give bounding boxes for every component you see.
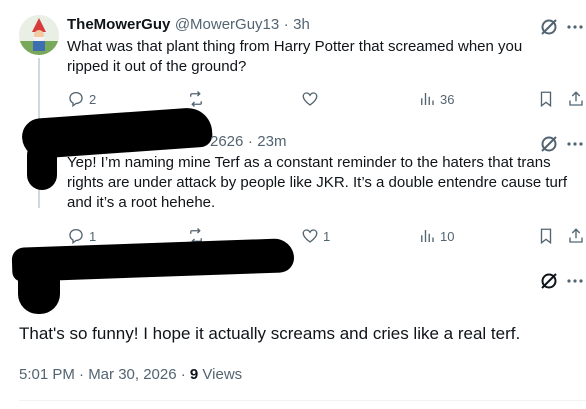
views-number: 9 <box>189 366 199 383</box>
timestamp[interactable]: 3h <box>293 16 310 33</box>
separator-dot: · <box>283 16 289 33</box>
like-icon <box>302 229 318 243</box>
tweet2-header: 2626 · 23m <box>210 133 286 151</box>
timestamp[interactable]: 23m <box>257 133 286 150</box>
post-timestamp[interactable]: 5:01 PM · Mar 30, 2026 · <box>19 366 190 383</box>
reply-icon <box>69 228 83 245</box>
views-label: Views <box>198 366 243 383</box>
views-count: 10 <box>440 228 455 244</box>
share-icon[interactable] <box>567 90 585 108</box>
tweet1-header: TheMowerGuy @MowerGuy13 · 3h <box>67 16 310 34</box>
reply-button[interactable]: 2 <box>67 90 96 108</box>
like-button[interactable] <box>301 90 323 108</box>
redaction-scribble <box>18 258 60 314</box>
tweet-text: What was that plant thing from Harry Pot… <box>67 38 523 75</box>
more-icon[interactable] <box>566 17 584 37</box>
views-button[interactable]: 36 <box>418 90 454 108</box>
share-icon[interactable] <box>567 227 585 245</box>
more-icon[interactable] <box>566 271 584 291</box>
more-icon[interactable] <box>566 134 584 154</box>
bookmark-icon[interactable] <box>537 90 555 108</box>
like-icon <box>302 92 318 106</box>
redaction-scribble <box>27 140 57 190</box>
display-name[interactable]: TheMowerGuy <box>67 16 170 33</box>
divider <box>19 400 586 401</box>
views-icon <box>421 93 434 105</box>
separator-dot: · <box>247 133 253 150</box>
avatar[interactable] <box>19 15 59 55</box>
reply-button[interactable]: 1 <box>67 227 96 245</box>
reply-count: 1 <box>89 228 97 244</box>
gnome-avatar-image <box>19 15 59 55</box>
retweet-icon <box>190 91 202 107</box>
grok-icon[interactable] <box>539 271 559 291</box>
reply-icon <box>69 91 83 108</box>
tweet-meta: 5:01 PM · Mar 30, 2026 · 9 Views <box>19 366 242 383</box>
reply-count: 2 <box>89 91 97 107</box>
tweet-text: Yep! I’m naming mine Terf as a constant … <box>67 154 568 211</box>
handle-fragment[interactable]: 2626 <box>210 133 243 150</box>
grok-icon[interactable] <box>539 17 559 37</box>
views-button[interactable]: 10 <box>418 227 454 245</box>
handle[interactable]: @MowerGuy13 <box>175 16 279 33</box>
retweet-button[interactable] <box>187 90 209 108</box>
grok-icon[interactable] <box>539 134 559 154</box>
views-icon <box>421 230 434 242</box>
main-tweet-text: That's so funny! I hope it actually scre… <box>19 324 521 343</box>
views-count: 36 <box>440 91 455 107</box>
like-button[interactable]: 1 <box>301 227 330 245</box>
bookmark-icon[interactable] <box>537 227 555 245</box>
like-count: 1 <box>323 228 331 244</box>
